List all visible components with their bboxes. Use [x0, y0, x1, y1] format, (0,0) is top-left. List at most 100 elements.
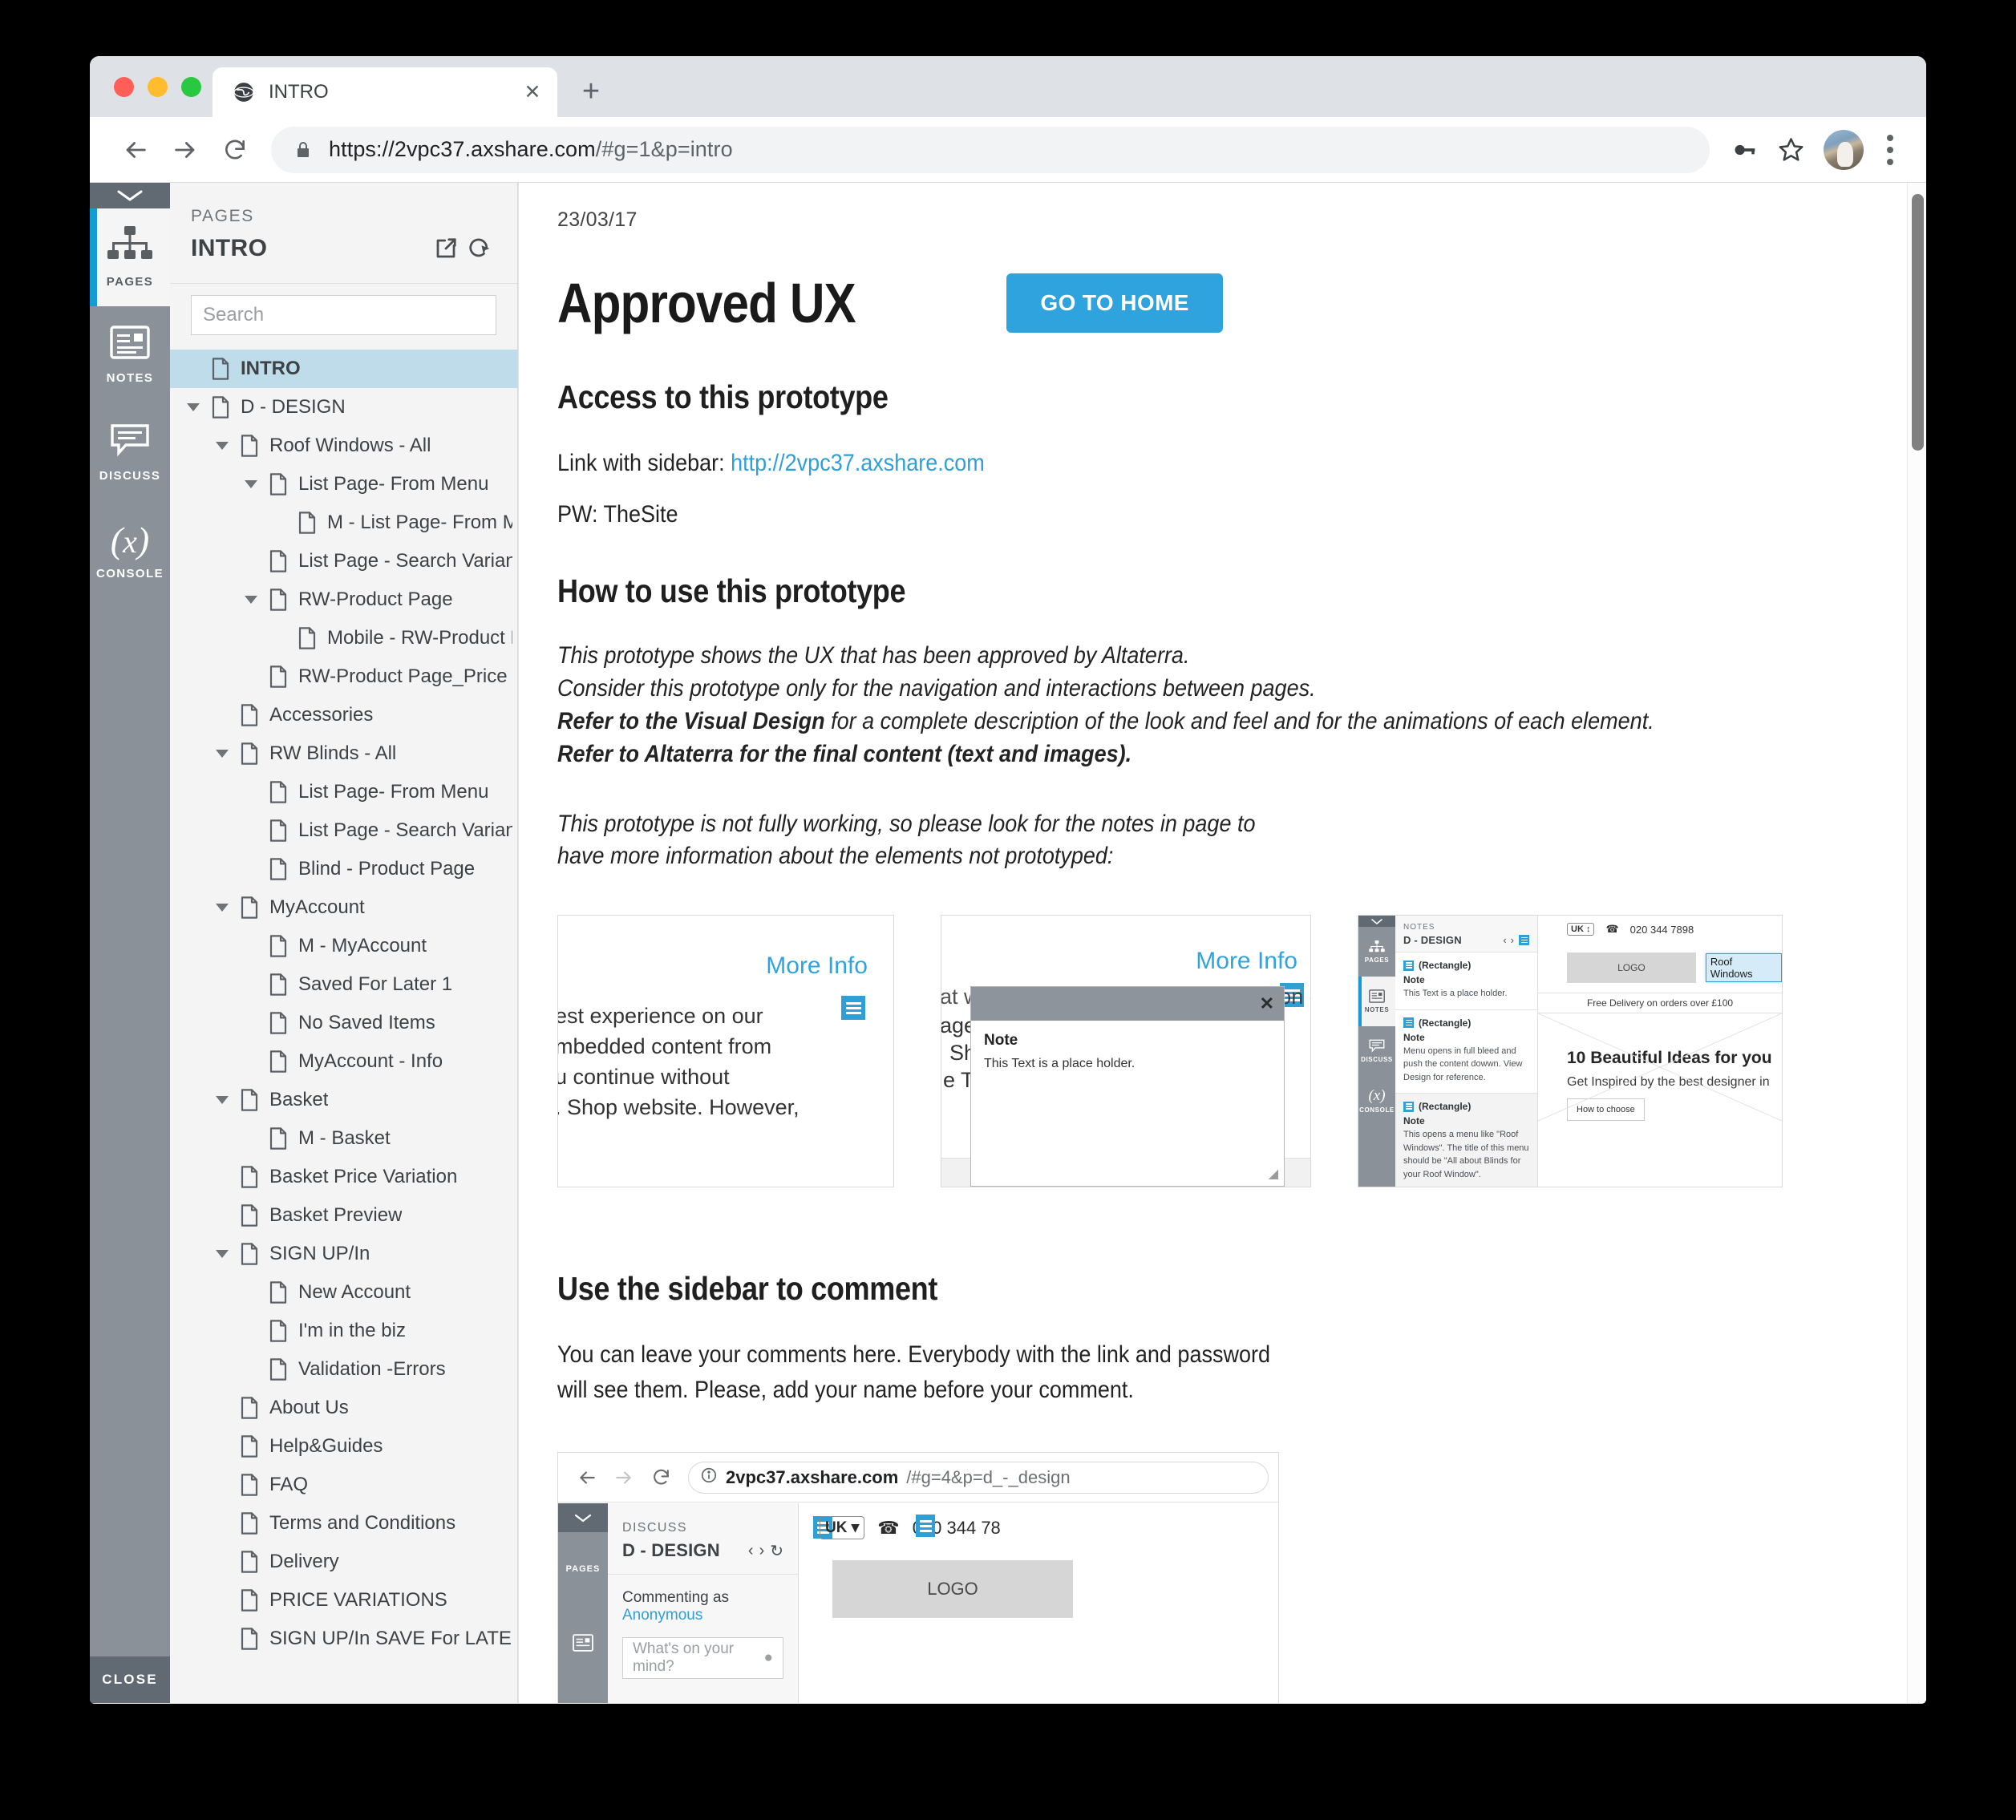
tree-row[interactable]: I'm in the biz [170, 1312, 517, 1350]
reload-icon[interactable] [210, 125, 260, 175]
tree-row[interactable]: No Saved Items [170, 1004, 517, 1042]
tree-row[interactable]: RW Blinds - All [170, 734, 517, 773]
thumbnail-notes-panel[interactable]: PAGES NOTES DISCUSS (x) CONSOLE NOTES D … [1358, 915, 1783, 1188]
embedded-url-path: /#g=4&p=d_-_design [906, 1466, 1071, 1487]
tree-row[interactable]: About Us [170, 1389, 517, 1427]
caret-down-icon[interactable] [208, 748, 236, 759]
arrow-right-icon[interactable] [160, 125, 210, 175]
browser-tab[interactable]: INTRO ✕ [213, 67, 557, 117]
caret-down-icon[interactable] [208, 1248, 236, 1260]
address-bar[interactable]: https://2vpc37.axshare.com/#g=1&p=intro [271, 126, 1710, 173]
page-document-icon [236, 1474, 263, 1496]
tree-row[interactable]: Basket Price Variation [170, 1158, 517, 1196]
more-info-link: More Info [1196, 948, 1297, 975]
key-icon[interactable] [1721, 127, 1767, 173]
minimize-window-button[interactable] [148, 76, 168, 97]
tree-row[interactable]: List Page - Search Variant [170, 542, 517, 580]
tree-row[interactable]: Validation -Errors [170, 1350, 517, 1389]
tree-item-label: Saved For Later 1 [298, 973, 453, 995]
tree-row[interactable]: D - DESIGN [170, 388, 517, 427]
tree-row[interactable]: Accessories [170, 696, 517, 734]
tree-row[interactable]: New Account [170, 1273, 517, 1312]
new-tab-button[interactable]: + [569, 69, 613, 114]
reload-icon [645, 1462, 677, 1494]
chevron-down-icon[interactable] [90, 183, 170, 208]
close-window-button[interactable] [114, 76, 134, 97]
tree-row[interactable]: SIGN UP/In [170, 1235, 517, 1273]
tree-row[interactable]: Help&Guides [170, 1427, 517, 1466]
howto-paragraph-2: This prototype is not fully working, so … [557, 810, 1256, 870]
caret-down-icon[interactable] [237, 594, 265, 605]
embedded-panel-title: D - DESIGN [622, 1540, 720, 1561]
sidebar-item-discuss[interactable]: DISCUSS [90, 404, 170, 502]
tree-row[interactable]: MyAccount - Info [170, 1042, 517, 1081]
embedded-browser-screenshot[interactable]: 2vpc37.axshare.com /#g=4&p=d_-_design PAG… [557, 1452, 1279, 1703]
maximize-window-button[interactable] [181, 76, 201, 97]
sidebar-item-console[interactable]: (x) CONSOLE [90, 502, 170, 600]
close-panel-button[interactable]: CLOSE [90, 1656, 170, 1703]
search-input[interactable] [191, 295, 496, 335]
page-document-icon [236, 896, 263, 919]
tree-row[interactable]: List Page- From Menu [170, 773, 517, 811]
comment-icon [110, 423, 150, 461]
tree-row[interactable]: Roof Windows - All [170, 427, 517, 465]
go-to-home-button[interactable]: GO TO HOME [1006, 273, 1223, 333]
embedded-panel-title-row: D - DESIGN ‹ › ↻ [622, 1540, 783, 1561]
sidebar-item-notes[interactable]: NOTES [90, 306, 170, 404]
tree-row[interactable]: SIGN UP/In SAVE For LATER [170, 1620, 517, 1658]
search-wrapper [170, 283, 517, 348]
thumbnail-note-dialog[interactable]: More Info at we give you the best experi… [941, 915, 1311, 1188]
caret-down-icon[interactable] [180, 402, 207, 413]
tree-row[interactable]: Blind - Product Page [170, 850, 517, 888]
thumbnail-more-info[interactable]: More Info est experience on our mbedded … [557, 915, 894, 1188]
content-scrollbar[interactable] [1907, 183, 1926, 1703]
close-icon[interactable]: ✕ [1260, 993, 1274, 1014]
page-tree[interactable]: INTRO D - DESIGN Roof Windows - All List Pa… [170, 348, 517, 1703]
avatar[interactable] [1824, 129, 1864, 170]
tree-row[interactable]: MyAccount [170, 888, 517, 927]
tree-row[interactable]: RW-Product Page_Price Variation [170, 657, 517, 696]
page-document-icon [265, 665, 292, 688]
tree-row[interactable]: Basket [170, 1081, 517, 1119]
caret-down-icon[interactable] [208, 1094, 236, 1106]
tree-row[interactable]: M - List Page- From Menu [170, 504, 517, 542]
tree-row[interactable]: Terms and Conditions [170, 1504, 517, 1543]
nav-chip-roof-windows: Roof Windows [1705, 953, 1782, 983]
tree-row[interactable]: Mobile - RW-Product Page [170, 619, 517, 657]
more-vertical-icon[interactable] [1872, 127, 1909, 173]
note-dialog-body: Note This Text is a place holder. [971, 1021, 1284, 1082]
note-chip-icon [1403, 1101, 1414, 1112]
tree-item-label: M - MyAccount [298, 935, 427, 957]
mini-sidebar-item-pages: PAGES [1358, 927, 1395, 977]
tree-row[interactable]: INTRO [170, 350, 517, 388]
caret-down-icon[interactable] [237, 479, 265, 490]
mini-notes-header: NOTES D - DESIGN ‹ › [1395, 916, 1537, 952]
sidebar-item-pages[interactable]: PAGES [90, 208, 170, 306]
tree-row[interactable]: Delivery [170, 1543, 517, 1581]
tree-row[interactable]: M - MyAccount [170, 927, 517, 965]
page-document-icon [265, 858, 292, 880]
tree-row[interactable]: FAQ [170, 1466, 517, 1504]
caret-down-icon[interactable] [208, 902, 236, 913]
open-external-icon[interactable] [429, 232, 463, 265]
tree-row[interactable]: PRICE VARIATIONS [170, 1581, 517, 1620]
page-document-icon [236, 1243, 263, 1265]
arrow-left-icon[interactable] [111, 125, 160, 175]
resize-grip-icon[interactable]: ◢ [1269, 1166, 1278, 1182]
tree-row[interactable]: RW-Product Page [170, 580, 517, 619]
refresh-cursor-icon[interactable] [463, 232, 496, 265]
tree-row[interactable]: M - Basket [170, 1119, 517, 1158]
tree-row[interactable]: List Page- From Menu [170, 465, 517, 504]
page-document-icon [265, 1012, 292, 1034]
content-scrollbar-thumb[interactable] [1912, 194, 1924, 451]
star-icon[interactable] [1767, 127, 1814, 173]
close-icon[interactable]: ✕ [519, 79, 546, 106]
prototype-content-frame: 23/03/17 Approved UX GO TO HOME Access t… [518, 183, 1926, 1703]
tree-item-label: About Us [269, 1397, 349, 1418]
tree-row[interactable]: Saved For Later 1 [170, 965, 517, 1004]
placeholder-cross-icon [1538, 1013, 1782, 1122]
prototype-link[interactable]: http://2vpc37.axshare.com [731, 450, 985, 476]
tree-row[interactable]: List Page - Search Variant (1) [170, 811, 517, 850]
tree-row[interactable]: Basket Preview [170, 1196, 517, 1235]
caret-down-icon[interactable] [208, 440, 236, 451]
